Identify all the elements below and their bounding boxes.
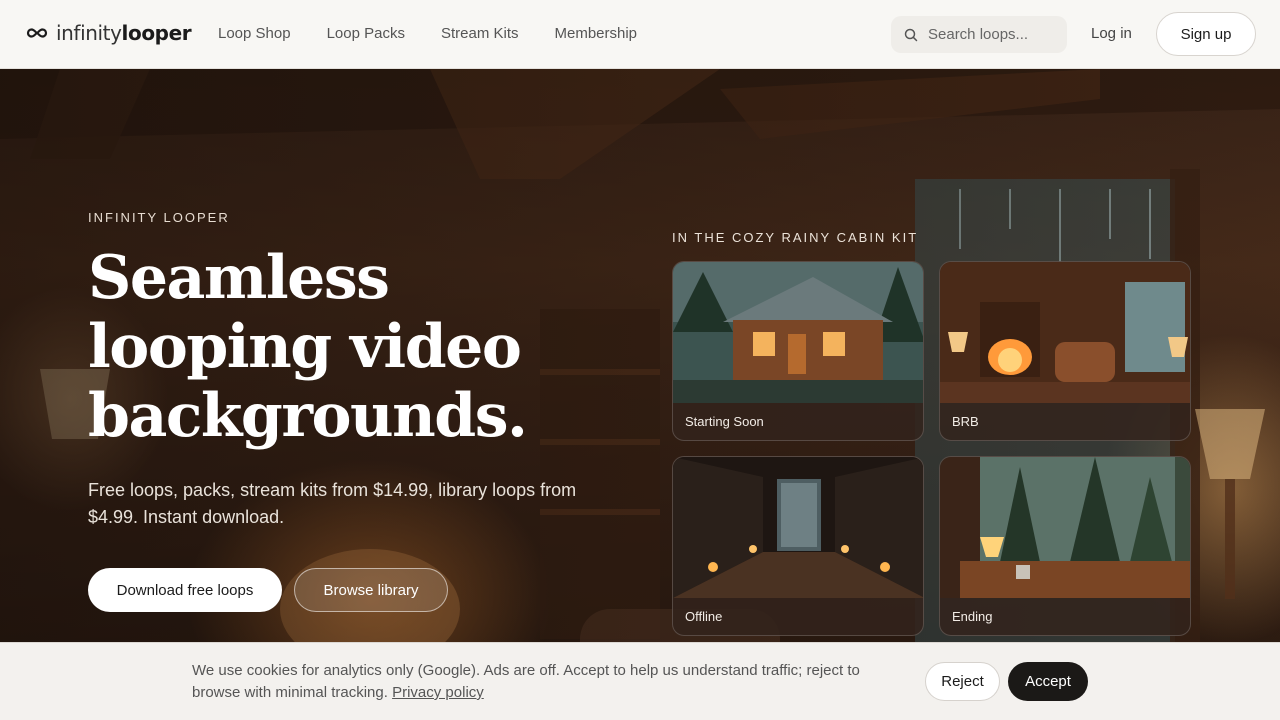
- hero-eyebrow: INFINITY LOOPER: [88, 210, 230, 225]
- kit-card-starting-soon[interactable]: Starting Soon: [672, 261, 924, 441]
- search-box: [891, 16, 1067, 53]
- logo-word-bold: looper: [121, 21, 192, 45]
- logo-wordmark: infinitylooper: [56, 21, 192, 45]
- cookie-message: We use cookies for analytics only (Googl…: [192, 660, 892, 704]
- kit-card-brb[interactable]: BRB: [939, 261, 1191, 441]
- logo[interactable]: infinitylooper: [26, 21, 192, 45]
- search-input[interactable]: [928, 16, 1058, 53]
- reject-cookies-button[interactable]: Reject: [925, 662, 1000, 701]
- card-label: Starting Soon: [685, 414, 764, 429]
- nav-membership[interactable]: Membership: [555, 25, 638, 42]
- nav-loop-packs[interactable]: Loop Packs: [327, 25, 405, 42]
- card-label: Offline: [685, 609, 723, 624]
- signup-button[interactable]: Sign up: [1156, 12, 1256, 56]
- cookie-banner: We use cookies for analytics only (Googl…: [0, 642, 1280, 720]
- download-free-loops-button[interactable]: Download free loops: [88, 568, 282, 612]
- nav-stream-kits[interactable]: Stream Kits: [441, 25, 519, 42]
- site-header: infinitylooper Loop Shop Loop Packs Stre…: [0, 0, 1280, 69]
- login-link[interactable]: Log in: [1091, 25, 1132, 42]
- card-thumbnail: [673, 262, 923, 403]
- nav-loop-shop[interactable]: Loop Shop: [218, 25, 291, 42]
- search-icon: [904, 28, 918, 42]
- kit-card-offline[interactable]: Offline: [672, 456, 924, 636]
- hero-subline: Free loops, packs, stream kits from $14.…: [88, 480, 577, 527]
- infinity-icon: [26, 28, 48, 38]
- accept-cookies-button[interactable]: Accept: [1008, 662, 1088, 701]
- hero-headline: Seamless looping video backgrounds.: [88, 243, 528, 451]
- kit-label: IN THE COZY RAINY CABIN KIT: [672, 230, 919, 245]
- main-nav: Loop Shop Loop Packs Stream Kits Members…: [218, 25, 673, 42]
- card-label: Ending: [952, 609, 993, 624]
- browse-library-button[interactable]: Browse library: [294, 568, 448, 612]
- kit-card-ending[interactable]: Ending: [939, 456, 1191, 636]
- logo-word-light: infinity: [56, 21, 122, 45]
- card-thumbnail: [940, 457, 1190, 598]
- card-thumbnail: [940, 262, 1190, 403]
- privacy-policy-link[interactable]: Privacy policy: [392, 684, 484, 701]
- card-thumbnail: [673, 457, 923, 598]
- cookie-text: We use cookies for analytics only (Googl…: [192, 662, 860, 701]
- card-label: BRB: [952, 414, 979, 429]
